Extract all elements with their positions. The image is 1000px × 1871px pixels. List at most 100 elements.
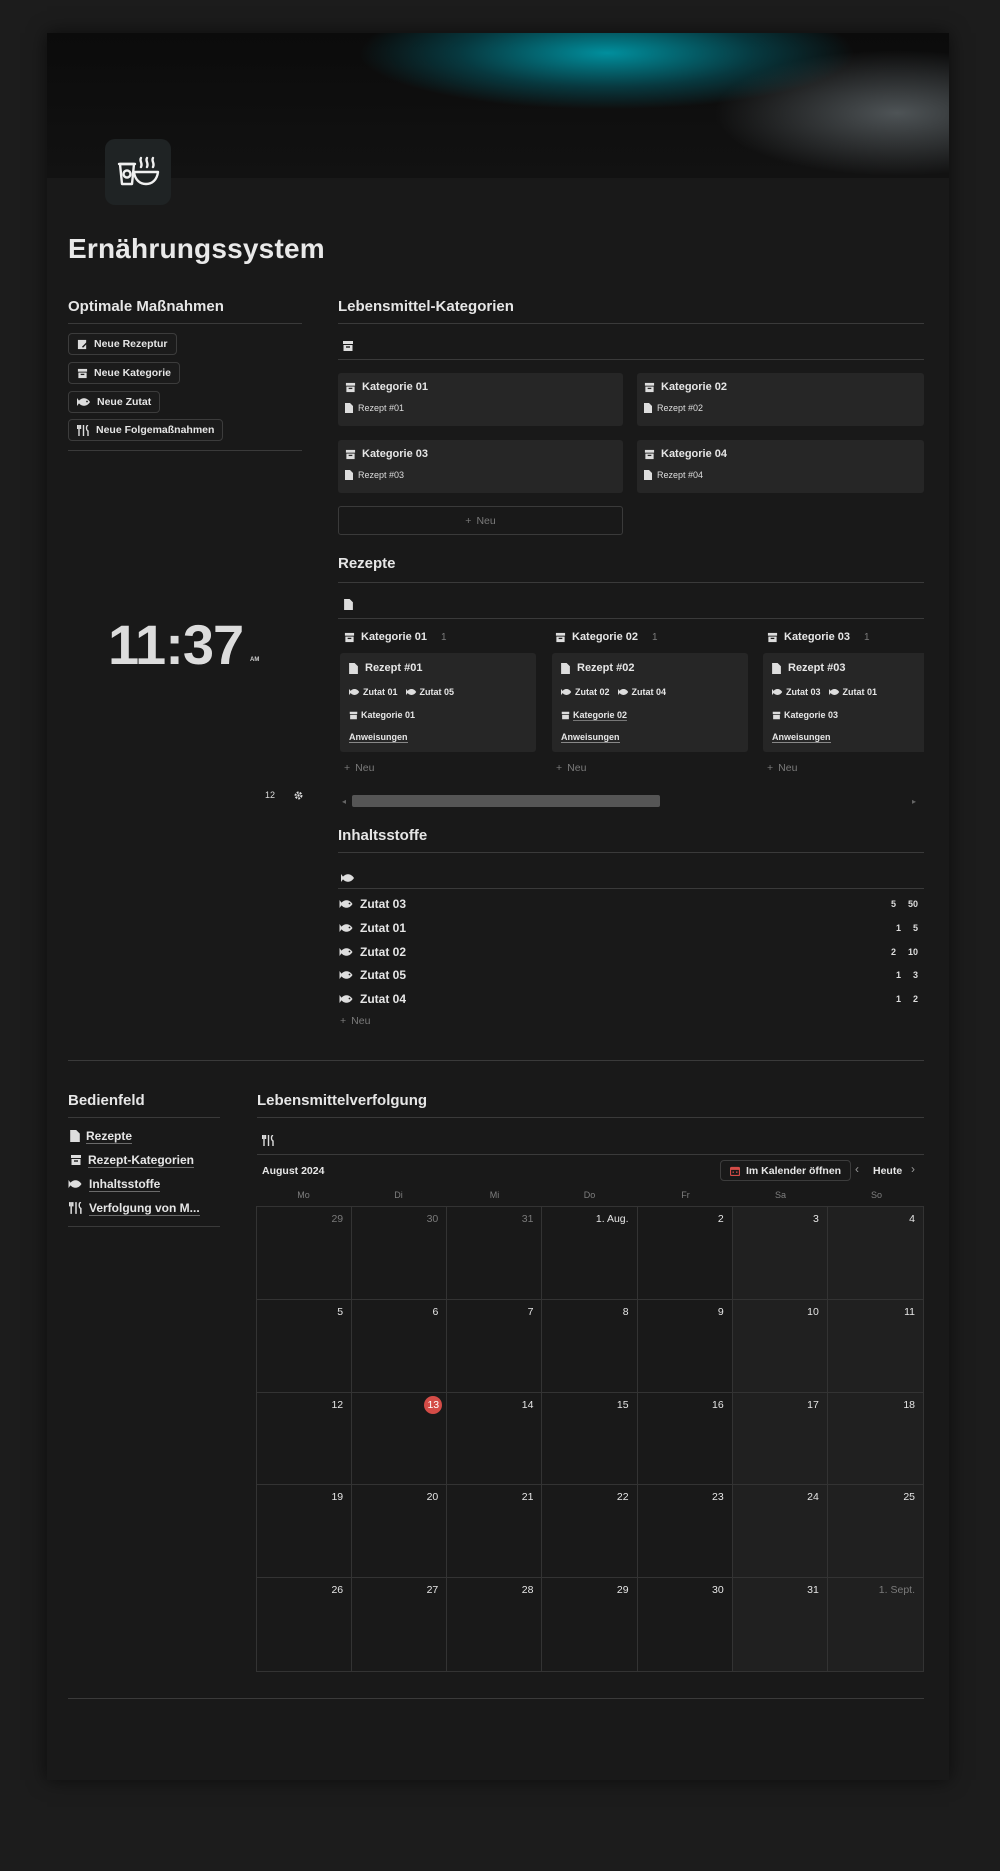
- category-card[interactable]: Kategorie 04 Rezept #04: [637, 440, 924, 493]
- board-group-header: Kategorie 02 1: [555, 631, 658, 643]
- panel-heading: Bedienfeld: [68, 1092, 145, 1109]
- category-card[interactable]: Kategorie 02 Rezept #02: [637, 373, 924, 426]
- new-recipe-button[interactable]: Neue Rezeptur: [68, 333, 177, 355]
- calendar-day[interactable]: 19: [257, 1485, 353, 1579]
- list-item[interactable]: Zutat 03 5 50: [339, 894, 924, 914]
- calendar-day[interactable]: 5: [257, 1299, 353, 1393]
- calendar-day[interactable]: 4: [827, 1207, 923, 1300]
- calendar-day[interactable]: 10: [732, 1299, 828, 1393]
- calendar-day[interactable]: 7: [447, 1299, 543, 1393]
- calendar-day[interactable]: 2: [637, 1207, 733, 1300]
- cutlery-icon: [261, 1133, 275, 1151]
- calendar-day[interactable]: 30: [352, 1207, 448, 1300]
- chevron-left-icon[interactable]: ‹: [855, 1162, 859, 1176]
- calendar-day[interactable]: 31: [447, 1207, 543, 1300]
- document-icon: [345, 470, 353, 480]
- divider: [338, 359, 924, 360]
- document-icon: [344, 597, 353, 615]
- calendar-day[interactable]: 30: [638, 1578, 733, 1671]
- document-icon: [70, 1130, 80, 1142]
- calendar-day[interactable]: 16: [637, 1392, 733, 1486]
- calendar-day[interactable]: 27: [352, 1578, 448, 1671]
- calendar-day[interactable]: 24: [732, 1485, 828, 1579]
- instructions-link[interactable]: Anweisungen: [561, 732, 620, 743]
- calendar-day[interactable]: 31: [732, 1578, 828, 1671]
- new-followup-button[interactable]: Neue Folgemaßnahmen: [68, 419, 224, 441]
- cutlery-icon: [77, 424, 90, 436]
- recipes-heading: Rezepte: [338, 555, 396, 572]
- calendar-day[interactable]: 15: [542, 1392, 638, 1486]
- archive-box-icon: [344, 632, 355, 642]
- cover-image[interactable]: [47, 33, 949, 178]
- calendar-day[interactable]: 9: [637, 1299, 733, 1393]
- calendar-day[interactable]: 12: [257, 1392, 353, 1486]
- weekday-label: Sa: [774, 1190, 786, 1200]
- new-recipe-row-button[interactable]: + Neu: [556, 762, 586, 774]
- horizontal-scrollbar[interactable]: [352, 795, 660, 807]
- calendar-day[interactable]: 23: [637, 1485, 733, 1579]
- calendar-day[interactable]: 3: [732, 1207, 828, 1300]
- ingredients-heading: Inhaltsstoffe: [338, 827, 428, 844]
- calendar-day[interactable]: 21: [447, 1485, 543, 1579]
- calendar-day[interactable]: 29: [542, 1578, 638, 1671]
- calendar-day[interactable]: 28: [447, 1578, 543, 1671]
- calendar-day[interactable]: 29: [257, 1207, 353, 1300]
- board-group-header: Kategorie 01 1: [344, 631, 447, 643]
- instructions-link[interactable]: Anweisungen: [772, 732, 831, 743]
- chevron-right-icon[interactable]: ›: [911, 1162, 915, 1176]
- new-recipe-row-button[interactable]: + Neu: [344, 762, 374, 774]
- new-category-button[interactable]: Neue Kategorie: [68, 362, 181, 384]
- recipe-card[interactable]: Rezept #02 Zutat 02 Zutat 04 Kategorie 0…: [552, 653, 748, 752]
- recipe-card[interactable]: Rezept #03 Zutat 03 Zutat 01 Kategorie 0…: [763, 653, 924, 752]
- archive-box-icon: [342, 339, 354, 357]
- divider: [257, 1154, 924, 1155]
- list-item[interactable]: Zutat 01 15: [339, 918, 924, 938]
- fish-icon: [349, 688, 360, 696]
- list-item[interactable]: Zutat 02 2 10: [339, 942, 924, 962]
- calendar-day[interactable]: 8: [542, 1299, 638, 1393]
- nav-link-tracking[interactable]: Verfolgung von M...: [69, 1199, 200, 1217]
- calendar-day[interactable]: 22: [542, 1485, 638, 1579]
- calendar-day[interactable]: 25: [827, 1485, 923, 1579]
- instructions-link[interactable]: Anweisungen: [349, 732, 408, 743]
- new-category-card-button[interactable]: + Neu: [338, 506, 623, 535]
- fish-icon: [339, 924, 353, 932]
- calendar-day[interactable]: 26: [257, 1578, 353, 1671]
- calendar-day-today[interactable]: 13: [352, 1392, 448, 1486]
- list-item[interactable]: Zutat 04 12: [339, 989, 924, 1009]
- scroll-left-arrow[interactable]: ◂: [342, 797, 346, 806]
- calendar-day[interactable]: 20: [352, 1485, 448, 1579]
- calendar-day[interactable]: 6: [352, 1299, 448, 1393]
- list-item[interactable]: Zutat 05 13: [339, 965, 924, 985]
- category-card[interactable]: Kategorie 01 Rezept #01: [338, 373, 623, 426]
- clock-ampm: AM: [250, 657, 260, 663]
- divider: [338, 618, 924, 619]
- today-button[interactable]: Heute: [873, 1165, 902, 1177]
- archive-box-icon: [644, 382, 655, 392]
- clock-format-toggle[interactable]: 12: [265, 790, 275, 800]
- actions-heading: Optimale Maßnahmen: [68, 298, 224, 315]
- settings-gear-icon[interactable]: [293, 788, 304, 806]
- calendar-day[interactable]: 1. Aug.: [542, 1207, 638, 1300]
- calendar-day[interactable]: 18: [827, 1392, 923, 1486]
- nav-link-recipe-categories[interactable]: Rezept-Kategorien: [70, 1151, 195, 1169]
- calendar-day[interactable]: 1. Sept.: [827, 1578, 923, 1671]
- divider: [338, 323, 924, 324]
- divider: [68, 1117, 220, 1118]
- new-ingredient-row-button[interactable]: + Neu: [340, 1015, 370, 1027]
- calendar-grid: 29 30 31 1. Aug. 2 3 4 5 6 7 8 9 10 11 1…: [256, 1206, 924, 1672]
- nav-link-ingredients[interactable]: Inhaltsstoffe: [68, 1175, 161, 1193]
- open-calendar-button[interactable]: Im Kalender öffnen: [720, 1160, 852, 1181]
- divider: [68, 323, 302, 324]
- scroll-right-arrow[interactable]: ▸: [912, 797, 916, 806]
- calendar-day[interactable]: 14: [447, 1392, 543, 1486]
- fish-icon: [77, 397, 91, 407]
- category-card[interactable]: Kategorie 03 Rezept #03: [338, 440, 623, 493]
- recipe-card[interactable]: Rezept #01 Zutat 01 Zutat 05 Kategorie 0…: [340, 653, 536, 752]
- calendar-day[interactable]: 11: [827, 1299, 923, 1393]
- nav-link-recipes[interactable]: Rezepte: [70, 1127, 133, 1145]
- food-bowl-icon[interactable]: [105, 139, 171, 205]
- new-recipe-row-button[interactable]: + Neu: [767, 762, 797, 774]
- calendar-day[interactable]: 17: [732, 1392, 828, 1486]
- new-ingredient-button[interactable]: Neue Zutat: [68, 391, 161, 413]
